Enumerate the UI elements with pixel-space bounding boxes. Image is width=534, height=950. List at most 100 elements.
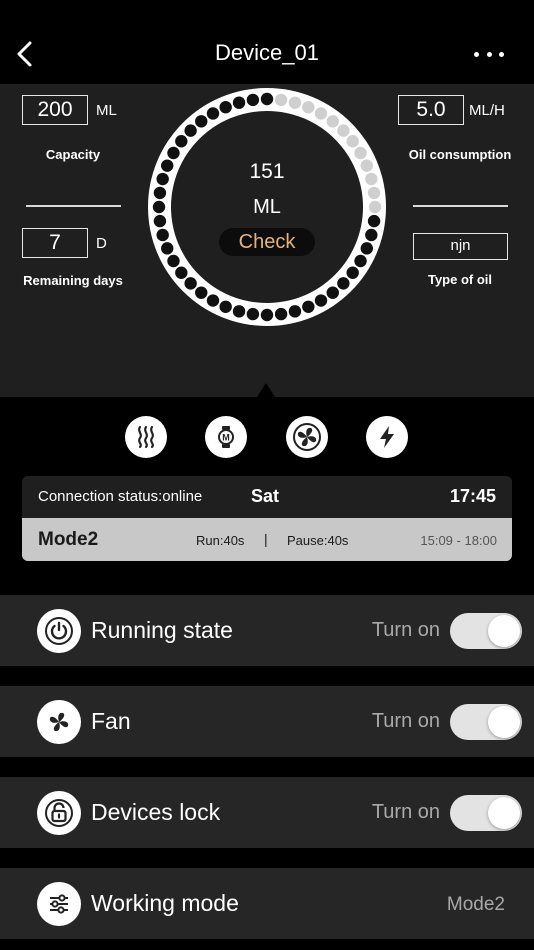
oil-level-unit: ML bbox=[253, 196, 281, 218]
dial-dot-filled bbox=[337, 277, 350, 290]
days-unit: D bbox=[96, 235, 107, 252]
running-state-toggle[interactable] bbox=[450, 613, 522, 649]
lock-icon-badge bbox=[37, 791, 81, 835]
mode-summary[interactable]: Mode2 Run:40s | Pause:40s 15:09 - 18:00 bbox=[22, 518, 512, 561]
svg-text:M: M bbox=[222, 433, 230, 443]
toggle-knob bbox=[488, 797, 520, 829]
status-day: Sat bbox=[251, 486, 280, 506]
dial-dot-filled bbox=[219, 300, 232, 313]
working-mode-value: Mode2 bbox=[446, 894, 505, 915]
more-options-button[interactable] bbox=[474, 49, 504, 59]
dial-dot-filled bbox=[232, 305, 246, 318]
dot-icon bbox=[499, 51, 504, 57]
dot-icon bbox=[486, 51, 492, 57]
dial-dot-filled bbox=[195, 286, 208, 299]
dial-dot-empty bbox=[288, 96, 302, 109]
status-card: Connection status:online Sat 17:45 Mode2… bbox=[22, 476, 512, 561]
devices-lock-status: Turn on bbox=[371, 801, 440, 823]
running-state-label: Running state bbox=[91, 617, 233, 643]
dial-dot-filled bbox=[246, 307, 260, 321]
connection-status: Connection status:online bbox=[38, 488, 203, 505]
capacity-value: 200 bbox=[37, 98, 73, 121]
heat-button[interactable] bbox=[125, 416, 167, 458]
status-header: Connection status:online Sat 17:45 bbox=[22, 476, 512, 518]
capacity-value-box: 200 bbox=[22, 95, 88, 125]
fan-label: Fan bbox=[91, 708, 131, 734]
pause-duration: Pause:40s bbox=[287, 533, 349, 548]
consumption-value-box: 5.0 bbox=[398, 95, 464, 125]
device-page: Device_01 200 ML Capacity 7 D Remaining … bbox=[0, 0, 534, 950]
power-bolt-button[interactable] bbox=[366, 416, 408, 458]
sliders-icon-badge bbox=[37, 882, 81, 926]
check-button[interactable]: Check bbox=[219, 228, 315, 256]
dial-dot-filled bbox=[175, 266, 188, 279]
dial-dot-filled bbox=[260, 92, 274, 106]
dial-dot-filled bbox=[346, 266, 359, 279]
dial-dot-filled bbox=[365, 228, 378, 242]
fan-button[interactable] bbox=[286, 416, 328, 458]
running-state-status: Turn on bbox=[371, 619, 440, 641]
dial-dot-filled bbox=[354, 254, 367, 268]
devices-lock-row: Devices lock Turn on bbox=[0, 777, 534, 848]
dial-dot-filled bbox=[274, 307, 288, 321]
dial-dot-filled bbox=[206, 107, 220, 120]
running-state-row: Running state Turn on bbox=[0, 595, 534, 666]
status-time: 17:45 bbox=[449, 486, 496, 506]
oil-type-value: njn bbox=[450, 237, 471, 254]
dial-dot-filled bbox=[219, 101, 232, 114]
dial-dot-filled bbox=[161, 242, 174, 255]
consumption-unit: ML/H bbox=[469, 102, 505, 119]
dial-dot-empty bbox=[326, 115, 339, 128]
fan-status: Turn on bbox=[371, 710, 440, 732]
dial-dot-filled bbox=[326, 286, 339, 299]
dial-dot-filled bbox=[184, 277, 197, 290]
oil-type-value-box: njn bbox=[413, 233, 508, 260]
devices-lock-toggle[interactable] bbox=[450, 795, 522, 831]
dial-dot-filled bbox=[314, 294, 328, 307]
function-icon-row: M bbox=[0, 412, 534, 462]
dial-dot-filled bbox=[167, 146, 180, 160]
toggle-knob bbox=[488, 615, 520, 647]
dot-icon bbox=[474, 51, 479, 57]
days-value: 7 bbox=[49, 231, 61, 254]
dial-dot-filled bbox=[206, 294, 220, 307]
fan-icon bbox=[49, 712, 69, 732]
dial-dot-filled bbox=[302, 300, 315, 313]
panel-pointer bbox=[257, 383, 275, 397]
oil-type-label: Type of oil bbox=[427, 272, 493, 287]
current-mode: Mode2 bbox=[38, 529, 99, 550]
consumption-value: 5.0 bbox=[416, 98, 446, 121]
sliders-icon bbox=[50, 894, 68, 914]
dial-dot-filled bbox=[260, 308, 274, 322]
power-bolt-icon bbox=[380, 426, 394, 448]
dial-dot-filled bbox=[232, 96, 246, 109]
page-title: Device_01 bbox=[215, 40, 319, 65]
days-label: Remaining days bbox=[23, 273, 123, 288]
mode-time-range: 15:09 - 18:00 bbox=[420, 533, 497, 548]
dial-dot-filled bbox=[175, 135, 188, 148]
dial-dot-empty bbox=[346, 135, 359, 148]
dial-dot-filled bbox=[246, 93, 260, 107]
power-icon bbox=[45, 617, 73, 645]
toggle-knob bbox=[488, 706, 520, 738]
fan-row: Fan Turn on bbox=[0, 686, 534, 757]
working-mode-label: Working mode bbox=[91, 890, 239, 916]
fan-toggle[interactable] bbox=[450, 704, 522, 740]
power-icon-badge bbox=[37, 609, 81, 653]
run-duration: Run:40s bbox=[196, 533, 245, 548]
days-value-box: 7 bbox=[22, 228, 88, 258]
dial-dot-empty bbox=[274, 93, 288, 107]
fan-icon bbox=[293, 423, 321, 451]
devices-lock-label: Devices lock bbox=[91, 799, 221, 825]
dial-dot-empty bbox=[337, 124, 350, 137]
heat-icon bbox=[138, 425, 154, 449]
dial-dot-filled bbox=[184, 124, 197, 137]
device-mode-icon: M bbox=[218, 426, 234, 448]
unlock-icon bbox=[45, 799, 73, 827]
dial-dot-empty bbox=[314, 107, 328, 120]
device-mode-button[interactable]: M bbox=[205, 416, 247, 458]
capacity-unit: ML bbox=[96, 102, 117, 119]
dial-dot-filled bbox=[156, 228, 169, 242]
working-mode-row[interactable]: Working mode Mode2 bbox=[0, 868, 534, 939]
header: Device_01 bbox=[0, 0, 534, 84]
